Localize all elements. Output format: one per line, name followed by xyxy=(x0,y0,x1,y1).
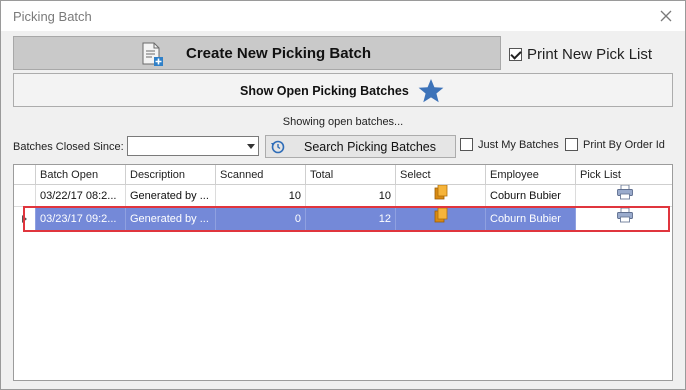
print-new-pick-list-label: Print New Pick List xyxy=(527,45,653,63)
show-open-button-label: Show Open Picking Batches xyxy=(240,84,409,98)
print-new-pick-list-checkbox[interactable] xyxy=(509,47,522,61)
batch-open-cell: 03/23/17 09:2... xyxy=(36,208,126,230)
just-my-batches-label: Just My Batches xyxy=(478,138,559,151)
employee-cell: Coburn Bubier xyxy=(486,208,576,230)
total-cell: 12 xyxy=(306,208,396,230)
print-by-order-id-label: Print By Order Id xyxy=(583,138,665,151)
batches-closed-since-label: Batches Closed Since: xyxy=(13,141,124,153)
batches-closed-since-input[interactable] xyxy=(127,136,259,156)
title-bar: Picking Batch xyxy=(1,1,685,31)
scanned-cell: 10 xyxy=(216,185,306,207)
just-my-batches-toggle[interactable]: Just My Batches xyxy=(460,138,559,151)
grid-header-indicator xyxy=(14,165,36,185)
column-header-batch-open[interactable]: Batch Open xyxy=(36,165,126,185)
description-cell: Generated by ... xyxy=(126,185,216,207)
print-by-order-id-checkbox[interactable] xyxy=(565,138,578,151)
select-cell[interactable] xyxy=(396,208,486,230)
close-icon[interactable] xyxy=(657,7,675,25)
print-new-pick-list-toggle[interactable]: Print New Pick List xyxy=(509,45,652,63)
window-title: Picking Batch xyxy=(13,9,92,24)
chevron-down-icon[interactable] xyxy=(244,137,258,155)
search-picking-batches-button[interactable]: Search Picking Batches xyxy=(265,135,456,158)
row-indicator xyxy=(14,185,36,207)
column-header-description[interactable]: Description xyxy=(126,165,216,185)
column-header-employee[interactable]: Employee xyxy=(486,165,576,185)
total-cell: 10 xyxy=(306,185,396,207)
document-add-icon xyxy=(140,42,164,66)
caret-right-icon xyxy=(14,208,36,230)
column-header-pick-list[interactable]: Pick List xyxy=(576,165,672,185)
pick-list-cell[interactable] xyxy=(576,208,672,230)
grid-header: Batch Open Description Scanned Total Sel… xyxy=(14,165,672,185)
table-row[interactable]: 03/22/17 08:2... Generated by ... 10 10 … xyxy=(14,185,672,207)
print-by-order-id-toggle[interactable]: Print By Order Id xyxy=(565,138,665,151)
show-open-picking-batches-button[interactable]: Show Open Picking Batches xyxy=(13,73,673,107)
scanned-cell: 0 xyxy=(216,208,306,230)
picking-batch-window: Picking Batch Create New Picking Batch P… xyxy=(0,0,686,390)
column-header-total[interactable]: Total xyxy=(306,165,396,185)
just-my-batches-checkbox[interactable] xyxy=(460,138,473,151)
history-search-icon xyxy=(270,139,286,155)
printer-icon[interactable] xyxy=(616,208,634,230)
copy-documents-icon[interactable] xyxy=(434,208,448,230)
copy-documents-icon[interactable] xyxy=(434,185,448,207)
description-cell: Generated by ... xyxy=(126,208,216,230)
star-icon xyxy=(417,78,445,104)
printer-icon[interactable] xyxy=(616,185,634,207)
column-header-scanned[interactable]: Scanned xyxy=(216,165,306,185)
create-button-label: Create New Picking Batch xyxy=(186,45,372,62)
status-text: Showing open batches... xyxy=(282,116,404,128)
picking-batches-grid: Batch Open Description Scanned Total Sel… xyxy=(13,164,673,381)
batch-open-cell: 03/22/17 08:2... xyxy=(36,185,126,207)
select-cell[interactable] xyxy=(396,185,486,207)
pick-list-cell[interactable] xyxy=(576,185,672,207)
table-row-selected[interactable]: 03/23/17 09:2... Generated by ... 0 12 C… xyxy=(14,208,672,230)
employee-cell: Coburn Bubier xyxy=(486,185,576,207)
column-header-select[interactable]: Select xyxy=(396,165,486,185)
search-button-label: Search Picking Batches xyxy=(304,140,437,154)
create-new-picking-batch-button[interactable]: Create New Picking Batch xyxy=(13,36,501,70)
